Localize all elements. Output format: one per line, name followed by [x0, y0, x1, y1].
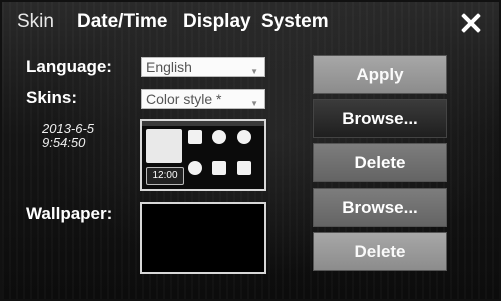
- preview-tile: [212, 130, 226, 144]
- preview-clock: 12:00: [146, 167, 184, 185]
- preview-tile: [237, 130, 251, 144]
- tab-date-time[interactable]: Date/Time: [77, 11, 167, 33]
- date-display: 2013-6-5: [42, 121, 95, 136]
- delete-skin-button[interactable]: Delete: [313, 143, 447, 182]
- chevron-down-icon: ▼: [250, 99, 258, 108]
- skin-settings-screen: Skin Date/Time Display System Language: …: [0, 0, 501, 301]
- preview-clock-widget: [146, 129, 182, 163]
- preview-tile: [212, 161, 226, 175]
- chevron-down-icon: ▼: [250, 67, 258, 76]
- tab-bar: Skin Date/Time Display System: [2, 2, 499, 42]
- browse-skin-button[interactable]: Browse...: [313, 99, 447, 138]
- preview-tile: [237, 161, 251, 175]
- skin-preview-thumbnail[interactable]: 12:00: [140, 119, 266, 191]
- close-icon[interactable]: [460, 12, 482, 34]
- apply-button[interactable]: Apply: [313, 55, 447, 94]
- preview-status-bar: [142, 121, 264, 126]
- time-display: 9:54:50: [42, 135, 86, 150]
- browse-wallpaper-button[interactable]: Browse...: [313, 188, 447, 227]
- language-label: Language:: [26, 57, 112, 76]
- skins-value: Color style *: [146, 91, 222, 107]
- tab-skin[interactable]: Skin: [17, 11, 54, 33]
- tab-system[interactable]: System: [261, 11, 329, 33]
- preview-tile: [188, 130, 202, 144]
- delete-wallpaper-button[interactable]: Delete: [313, 232, 447, 271]
- language-select[interactable]: English ▼: [141, 57, 265, 77]
- wallpaper-preview[interactable]: [140, 202, 266, 274]
- preview-tile: [188, 161, 202, 175]
- wallpaper-label: Wallpaper:: [26, 204, 113, 223]
- language-value: English: [146, 59, 192, 75]
- skins-label: Skins:: [26, 88, 78, 107]
- skins-select[interactable]: Color style * ▼: [141, 89, 265, 109]
- tab-display[interactable]: Display: [183, 11, 251, 33]
